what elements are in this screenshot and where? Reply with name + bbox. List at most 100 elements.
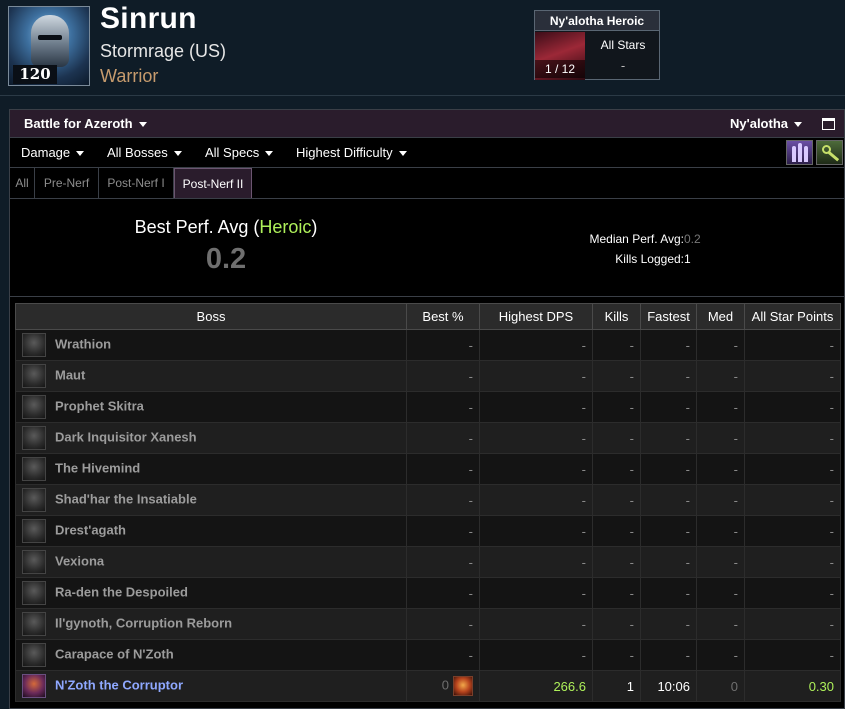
table-row[interactable]: Prophet Skitra - - - - - - <box>15 391 841 423</box>
best-percent-value: - <box>468 368 473 384</box>
bosses-dropdown[interactable]: All Bosses <box>107 138 182 168</box>
zone-dropdown[interactable]: Ny'alotha <box>730 110 802 138</box>
best-percent-cell: - <box>406 577 480 609</box>
character-level: 120 <box>13 65 57 84</box>
kills-cell: - <box>592 360 641 392</box>
col-kills[interactable]: Kills <box>592 303 641 330</box>
best-perf-close: ) <box>311 217 318 237</box>
raid-progress: 1 / 12 <box>535 60 585 78</box>
boss-cell[interactable]: Vexiona <box>15 546 407 578</box>
highest-dps-cell: - <box>479 608 593 640</box>
highest-dps-cell: - <box>479 422 593 454</box>
best-perf-text: Best Perf. Avg <box>134 217 249 237</box>
partition-tabs: All Pre-Nerf Post-Nerf I Post-Nerf II <box>10 168 844 199</box>
table-row[interactable]: The Hivemind - - - - - - <box>15 453 841 485</box>
table-row[interactable]: Dark Inquisitor Xanesh - - - - - - <box>15 422 841 454</box>
boss-cell[interactable]: Maut <box>15 360 407 392</box>
fastest-cell: - <box>640 639 697 671</box>
kills-cell: - <box>592 608 641 640</box>
best-percent-value: - <box>468 554 473 570</box>
fastest-cell: - <box>640 329 697 361</box>
difficulty-dropdown[interactable]: Highest Difficulty <box>296 138 407 168</box>
boss-cell[interactable]: Drest'agath <box>15 515 407 547</box>
expansion-dropdown[interactable]: Battle for Azeroth <box>24 110 147 138</box>
boss-cell[interactable]: Il'gynoth, Corruption Reborn <box>15 608 407 640</box>
table-row[interactable]: Il'gynoth, Corruption Reborn - - - - - - <box>15 608 841 640</box>
raid-summary-box[interactable]: Ny'alotha Heroic 1 / 12 All Stars - <box>534 10 660 80</box>
best-percent-value: - <box>468 585 473 601</box>
all-stars-label: All Stars <box>600 38 646 52</box>
metric-dropdown[interactable]: Damage <box>21 138 85 168</box>
table-row[interactable]: Vexiona - - - - - - <box>15 546 841 578</box>
boss-name: Dark Inquisitor Xanesh <box>55 429 197 445</box>
kills-cell: - <box>592 391 641 423</box>
best-percent-cell: - <box>406 422 480 454</box>
table-row[interactable]: Wrathion - - - - - - <box>15 329 841 361</box>
best-percent-value: - <box>468 430 473 446</box>
boss-cell[interactable]: Shad'har the Insatiable <box>15 484 407 516</box>
boss-cell[interactable]: N'Zoth the Corruptor <box>15 670 407 702</box>
median-perf-label: Median Perf. Avg: <box>589 232 685 246</box>
col-boss[interactable]: Boss <box>15 303 407 330</box>
tab-pre-nerf[interactable]: Pre-Nerf <box>35 168 99 198</box>
highest-dps-cell: - <box>479 484 593 516</box>
best-percent-cell: - <box>406 608 480 640</box>
character-class: Warrior <box>100 66 159 86</box>
table-row[interactable]: Maut - - - - - - <box>15 360 841 392</box>
best-percent-value: - <box>468 616 473 632</box>
all-star-points-cell: - <box>744 484 841 516</box>
boss-cell[interactable]: Wrathion <box>15 329 407 361</box>
med-cell: - <box>696 639 745 671</box>
col-best-percent[interactable]: Best % <box>406 303 480 330</box>
boss-cell[interactable]: Ra-den the Despoiled <box>15 577 407 609</box>
best-percent-value: - <box>468 399 473 415</box>
table-row[interactable]: Carapace of N'Zoth - - - - - - <box>15 639 841 671</box>
performance-summary: Best Perf. Avg (Heroic) 0.2 Median Perf.… <box>10 199 844 297</box>
kills-cell: - <box>592 453 641 485</box>
table-row[interactable]: Shad'har the Insatiable - - - - - - <box>15 484 841 516</box>
table-row[interactable]: N'Zoth the Corruptor 0 266.6 1 10:06 0 0.30 <box>15 670 841 702</box>
med-cell: - <box>696 360 745 392</box>
table-row[interactable]: Drest'agath - - - - - - <box>15 515 841 547</box>
kills-cell: - <box>592 484 641 516</box>
highest-dps-cell: - <box>479 329 593 361</box>
all-star-points-cell: - <box>744 391 841 423</box>
med-cell: - <box>696 422 745 454</box>
boss-portrait-icon <box>22 364 46 388</box>
tab-post-nerf-1[interactable]: Post-Nerf I <box>99 168 174 198</box>
col-med[interactable]: Med <box>696 303 745 330</box>
spec-fury-icon[interactable] <box>453 676 473 696</box>
best-percent-value: - <box>468 647 473 663</box>
best-percent-cell: - <box>406 484 480 516</box>
highest-dps-cell: - <box>479 577 593 609</box>
boss-cell[interactable]: Carapace of N'Zoth <box>15 639 407 671</box>
best-percent-value: - <box>468 337 473 353</box>
all-star-points-cell: - <box>744 329 841 361</box>
best-percent-value: - <box>468 523 473 539</box>
table-row[interactable]: Ra-den the Despoiled - - - - - - <box>15 577 841 609</box>
boss-name: Wrathion <box>55 336 112 352</box>
maximize-icon[interactable] <box>822 118 835 130</box>
col-highest-dps[interactable]: Highest DPS <box>479 303 593 330</box>
character-avatar[interactable]: 120 <box>8 6 90 86</box>
col-all-star-points[interactable]: All Star Points <box>744 303 841 330</box>
col-fastest[interactable]: Fastest <box>640 303 697 330</box>
character-server[interactable]: Stormrage (US) <box>100 41 226 62</box>
character-name: Sinrun <box>100 2 197 35</box>
fastest-cell: - <box>640 422 697 454</box>
boss-portrait-icon <box>22 457 46 481</box>
boss-cell[interactable]: The Hivemind <box>15 453 407 485</box>
kills-cell: - <box>592 515 641 547</box>
group-icon[interactable] <box>786 140 813 165</box>
key-icon[interactable] <box>816 140 843 165</box>
chevron-down-icon <box>794 122 802 128</box>
tab-post-nerf-2[interactable]: Post-Nerf II <box>174 168 252 198</box>
highest-dps-cell: - <box>479 546 593 578</box>
tab-all[interactable]: All <box>10 168 35 198</box>
med-cell: - <box>696 608 745 640</box>
boss-cell[interactable]: Dark Inquisitor Xanesh <box>15 422 407 454</box>
best-percent-cell: - <box>406 360 480 392</box>
boss-name: The Hivemind <box>55 460 141 476</box>
specs-dropdown[interactable]: All Specs <box>205 138 274 168</box>
boss-cell[interactable]: Prophet Skitra <box>15 391 407 423</box>
